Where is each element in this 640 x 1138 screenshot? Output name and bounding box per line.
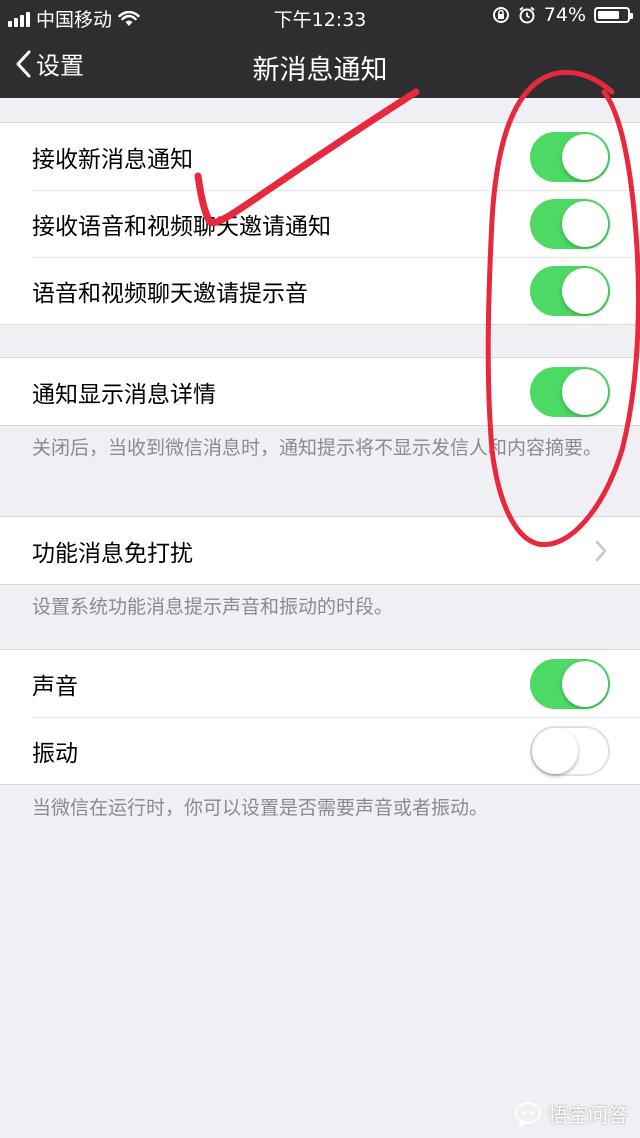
watermark-text: 悟空问答	[548, 1103, 628, 1127]
status-bar: 中国移动 下午12:33 74%	[0, 0, 640, 34]
alarm-icon	[519, 6, 535, 24]
toggle-knob	[562, 267, 608, 314]
sound-toggle[interactable]	[530, 658, 610, 709]
setting-call-invite-sound: 语音和视频聊天邀请提示音	[0, 257, 640, 324]
top-bar: 中国移动 下午12:33 74% 设置 新消息通知	[0, 0, 640, 98]
setting-label: 语音和视频聊天邀请提示音	[32, 280, 308, 307]
rotation-lock-icon	[492, 7, 509, 23]
sound-vibration-footnote: 当微信在运行时，你可以设置是否需要声音或者振动。	[32, 797, 489, 819]
setting-function-dnd[interactable]: 功能消息免打扰	[0, 517, 640, 584]
setting-label: 通知显示消息详情	[32, 381, 216, 408]
setting-label: 功能消息免打扰	[32, 540, 193, 567]
setting-label: 振动	[32, 740, 78, 767]
setting-sound: 声音	[0, 650, 640, 717]
setting-show-details: 通知显示消息详情	[0, 358, 640, 425]
show-details-footnote: 关闭后，当收到微信消息时，通知提示将不显示发信人和内容摘要。	[32, 437, 603, 459]
setting-label: 声音	[32, 673, 78, 700]
toggle-knob	[562, 368, 608, 415]
call-invite-sound-toggle[interactable]	[530, 265, 610, 316]
battery-level-fill	[598, 11, 619, 19]
page-title: 新消息通知	[252, 55, 388, 86]
setting-receive-call-invite: 接收语音和视频聊天邀请通知	[0, 190, 640, 257]
watermark: 悟空问答	[514, 1099, 628, 1128]
setting-label: 接收新消息通知	[32, 146, 193, 173]
receive-call-invite-toggle[interactable]	[530, 198, 610, 249]
setting-label: 接收语音和视频聊天邀请通知	[32, 213, 331, 240]
setting-receive-new-message: 接收新消息通知	[0, 123, 640, 190]
navigation-bar: 设置 新消息通知	[0, 34, 640, 98]
group-details: 通知显示消息详情	[0, 357, 640, 426]
battery-percent: 74%	[543, 4, 586, 26]
setting-vibration: 振动	[0, 717, 640, 784]
chevron-right-icon	[595, 540, 607, 562]
toggle-knob	[562, 200, 608, 247]
group-new-message: 接收新消息通知 接收语音和视频聊天邀请通知 语音和视频聊天邀请提示音	[0, 122, 640, 325]
toggle-knob	[562, 133, 608, 180]
vibration-toggle[interactable]	[530, 725, 610, 776]
group-do-not-disturb: 功能消息免打扰	[0, 516, 640, 585]
function-dnd-footnote: 设置系统功能消息提示声音和振动的时段。	[32, 596, 394, 618]
receive-new-message-toggle[interactable]	[530, 131, 610, 182]
battery-icon	[594, 7, 633, 23]
status-right: 74%	[492, 4, 633, 26]
toggle-knob	[562, 660, 608, 707]
show-details-toggle[interactable]	[530, 366, 610, 417]
toggle-knob	[532, 727, 578, 774]
group-sound-vibration: 声音 振动	[0, 649, 640, 785]
speech-bubble-icon	[515, 1101, 541, 1127]
